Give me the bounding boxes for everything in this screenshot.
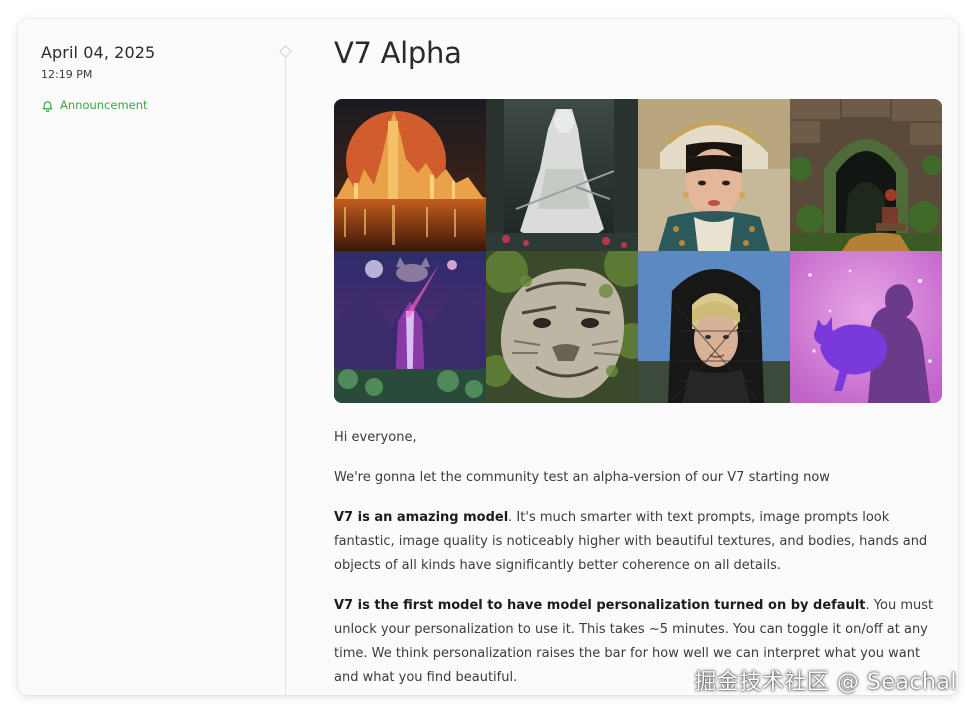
greeting-paragraph: Hi everyone, [334, 430, 417, 445]
hero-image-tile [334, 251, 486, 403]
timeline-line [285, 57, 286, 695]
post-meta: April 04, 2025 12:19 PM Announcement [41, 43, 271, 112]
post-content: V7 Alpha Hi everyone, We're gonna let th… [334, 33, 942, 695]
hero-image-grid[interactable] [334, 99, 942, 403]
hero-image-tile [638, 251, 790, 403]
post-card: April 04, 2025 12:19 PM Announcement V7 … [18, 19, 958, 695]
post-date: April 04, 2025 [41, 43, 156, 62]
model-quality-bold: V7 is an amazing model [334, 510, 509, 525]
hero-image-tile [638, 99, 790, 251]
watermark: 掘金技术社区 @ Seachal [694, 670, 957, 695]
timeline-marker-icon [279, 45, 292, 58]
category-tag[interactable]: Announcement [41, 98, 271, 112]
personalization-bold: V7 is the first model to have model pers… [334, 598, 866, 613]
hero-image-tile [790, 251, 942, 403]
post-body: Hi everyone, We're gonna let the communi… [334, 426, 942, 690]
category-label: Announcement [60, 98, 148, 112]
hero-image-tile [486, 99, 638, 251]
bell-icon [41, 99, 54, 112]
hero-image-tile [334, 99, 486, 251]
post-title: V7 Alpha [334, 36, 462, 70]
hero-image-tile [486, 251, 638, 403]
model-quality-paragraph: V7 is an amazing model. It's much smarte… [334, 506, 942, 578]
hero-image-tile [790, 99, 942, 251]
intro-paragraph: We're gonna let the community test an al… [334, 470, 830, 485]
post-time: 12:19 PM [41, 68, 93, 81]
